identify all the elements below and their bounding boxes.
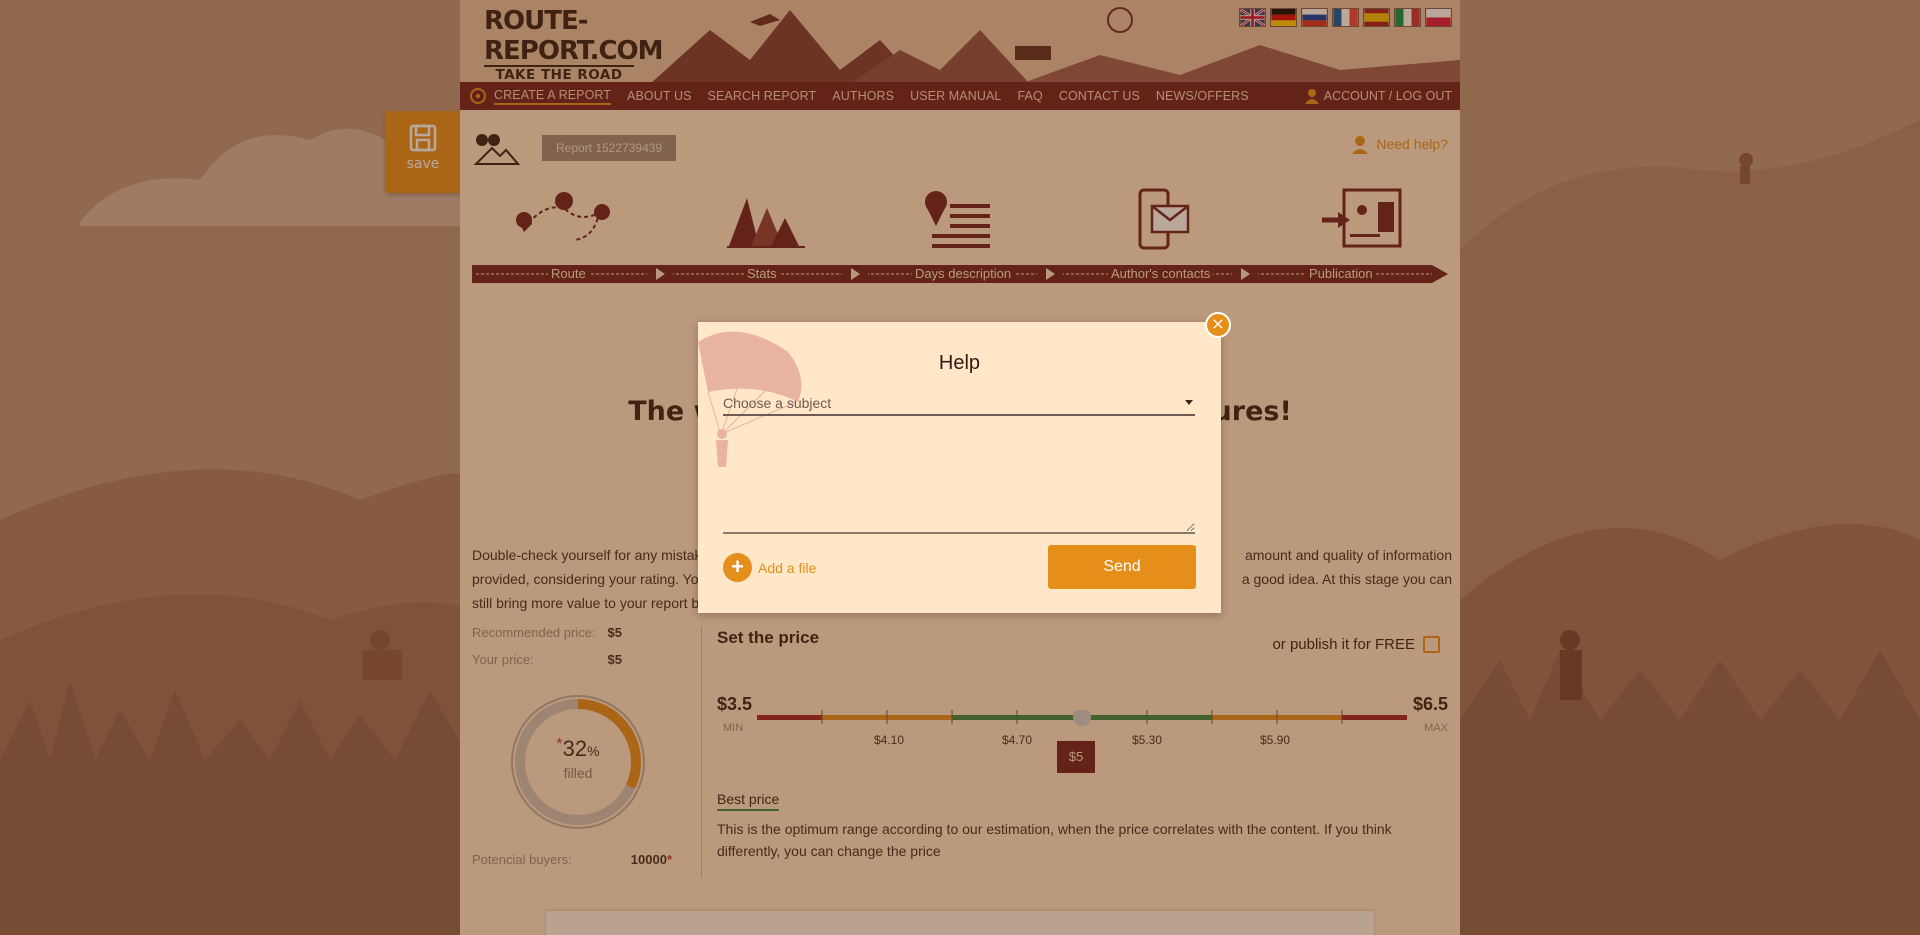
subject-select[interactable]: Choose a subject — [723, 392, 1195, 416]
message-textarea[interactable] — [723, 430, 1195, 534]
add-file-label: Add a file — [758, 559, 817, 576]
chevron-down-icon — [1185, 400, 1193, 405]
add-file-button[interactable]: + Add a file — [723, 553, 816, 582]
send-button[interactable]: Send — [1048, 545, 1196, 589]
plus-icon: + — [723, 553, 752, 582]
subject-placeholder: Choose a subject — [723, 395, 832, 411]
help-modal: Help Choose a subject + Add a file Send … — [698, 312, 1231, 613]
close-icon[interactable]: × — [1205, 312, 1231, 338]
modal-title: Help — [938, 352, 981, 374]
